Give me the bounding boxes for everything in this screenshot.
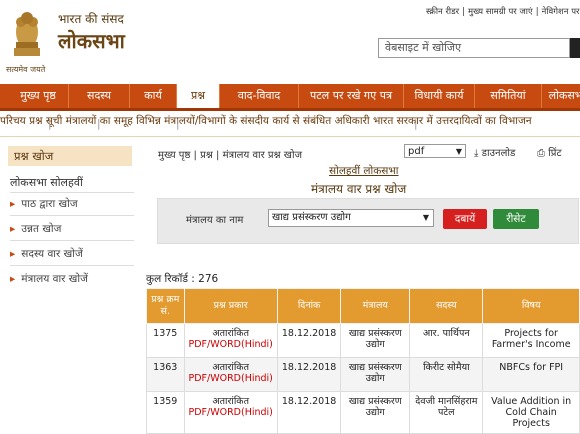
question-type: अतारांकित (212, 328, 250, 339)
screen-reader-link[interactable]: स्क्रीन रीडर (426, 7, 459, 17)
page-title: मंत्रालय वार प्रश्न खोज (311, 182, 407, 196)
question-ministry: खाद्य प्रसंस्करण उद्योग (340, 323, 411, 358)
sidebar-item-ministry-search[interactable]: ▸ मंत्रालय वार खोजें (10, 272, 134, 286)
ministry-select-value: खाद्य प्रसंस्करण उद्योग (272, 212, 351, 223)
brand-subtitle: भारत की संसद (58, 12, 124, 26)
question-type-cell: अतारांकित PDF/WORD(Hindi) (183, 323, 278, 358)
column-header[interactable]: प्रश्न क्रम सं. (146, 288, 185, 324)
search-button[interactable] (570, 38, 580, 58)
site-header: सत्यमेव जयते भारत की संसद लोकसभा स्क्रीन… (0, 0, 580, 84)
divider (10, 192, 134, 193)
ministry-label: मंत्रालय का नाम (186, 215, 244, 226)
ministry-select[interactable]: खाद्य प्रसंस्करण उद्योग ▼ (268, 209, 434, 227)
nav-loksabha[interactable]: लोकसभा (542, 84, 580, 108)
nav-committees[interactable]: समितियां (475, 84, 542, 108)
total-records: कुल रिकॉर्ड : 276 (146, 273, 219, 285)
download-label: डाउनलोड (481, 148, 516, 159)
sidebar-item-text-search[interactable]: ▸ पाठ द्वारा खोज (10, 197, 134, 211)
page-subheading: सोलहवीं लोकसभा (329, 165, 399, 177)
caret-right-icon: ▸ (10, 198, 16, 210)
nav-debates[interactable]: वाद-विवाद (220, 84, 299, 108)
question-number: 1363 (146, 357, 185, 392)
print-link[interactable]: ⎙ प्रिंट (537, 145, 562, 159)
table-row: 1375 अतारांकित PDF/WORD(Hindi) 18.12.2018… (146, 323, 580, 358)
pdf-word-link[interactable]: PDF/WORD(Hindi) (189, 339, 273, 350)
skip-to-nav-link[interactable]: नेविगेशन पर जाएं (542, 7, 580, 17)
breadcrumb[interactable]: मुख्य पृष्ठ | प्रश्न | मंत्रालय वार प्रश… (158, 147, 302, 161)
nav-questions[interactable]: प्रश्न (177, 84, 220, 108)
national-emblem-icon (14, 12, 40, 56)
caret-right-icon: ▸ (10, 223, 16, 235)
sidebar-item-label: उन्नत खोज (21, 223, 62, 235)
subnav-question-list[interactable]: प्रश्न सूची (29, 115, 62, 127)
divider (10, 240, 134, 241)
nav-home[interactable]: मुख्य पृष्ठ (8, 84, 69, 108)
column-header[interactable]: दिनांक (276, 288, 342, 324)
question-date: 18.12.2018 (276, 323, 342, 358)
nav-business[interactable]: कार्य (130, 84, 177, 108)
sidebar-item-label: मंत्रालय वार खोजें (21, 273, 88, 285)
question-type: अतारांकित (212, 362, 250, 373)
table-header-row: प्रश्न क्रम सं. प्रश्न प्रकार दिनांक मंत… (146, 288, 580, 324)
sidebar-item-label: सदस्य वार खोजें (21, 248, 83, 260)
reset-button[interactable]: रीसेट (493, 209, 539, 229)
question-type-cell: अतारांकित PDF/WORD(Hindi) (183, 391, 278, 434)
format-value: pdf (408, 146, 425, 157)
question-subject[interactable]: Projects for Farmer's Income (482, 323, 580, 358)
top-utility-links: स्क्रीन रीडर | मुख्य सामग्री पर जाएं | नेविग… (426, 6, 580, 17)
skip-to-content-link[interactable]: मुख्य सामग्री पर जाएं (468, 7, 533, 17)
format-select[interactable]: pdf ▼ (404, 144, 466, 158)
column-header[interactable]: प्रश्न प्रकार (183, 288, 278, 324)
search-submit-button[interactable]: दबायें (443, 209, 487, 229)
question-subject[interactable]: NBFCs for FPI (482, 357, 580, 392)
site-search-input[interactable]: वेबसाइट में खोजिए (378, 38, 570, 58)
column-header[interactable]: सदस्य (409, 288, 484, 324)
question-date: 18.12.2018 (276, 391, 342, 434)
question-date: 18.12.2018 (276, 357, 342, 392)
question-member: देवजी मानसिंहराम पटेल (409, 391, 484, 434)
caret-right-icon: ▸ (10, 248, 16, 260)
subnav-responsibilities[interactable]: भारत सरकार में उत्तरदायित्वों का विभाजन (373, 115, 532, 127)
nav-legislation[interactable]: विधायी कार्य (404, 84, 475, 108)
column-header[interactable]: मंत्रालय (340, 288, 411, 324)
chevron-down-icon: ▼ (422, 213, 429, 222)
caret-right-icon: ▸ (10, 273, 16, 285)
emblem-caption: सत्यमेव जयते (6, 65, 46, 74)
column-header[interactable]: विषय (482, 288, 580, 324)
question-type: अतारांकित (212, 396, 250, 407)
sidebar-item-advanced-search[interactable]: ▸ उन्नत खोज (10, 222, 134, 236)
sidebar-item-label: पाठ द्वारा खोज (21, 198, 78, 210)
question-number: 1375 (146, 323, 185, 358)
chevron-down-icon: ▼ (455, 147, 462, 156)
subnav-ministry-officers[interactable]: विभिन्न मंत्रालयों/विभागों के संसदीय कार… (136, 115, 369, 127)
table-row: 1363 अतारांकित PDF/WORD(Hindi) 18.12.2018… (146, 357, 580, 392)
nav-members[interactable]: सदस्य (69, 84, 130, 108)
divider (10, 215, 134, 216)
questions-table: प्रश्न क्रम सं. प्रश्न प्रकार दिनांक मंत… (146, 288, 580, 434)
site-brand[interactable]: भारत की संसद लोकसभा (58, 10, 125, 54)
subnav-introduction[interactable]: परिचय (0, 115, 26, 127)
download-link[interactable]: ⤓ डाउनलोड (474, 145, 515, 159)
sub-nav: परिचय | प्रश्न सूची | मंत्रालयों का समूह… (0, 114, 580, 137)
question-ministry: खाद्य प्रसंस्करण उद्योग (340, 357, 411, 392)
nav-papers-laid[interactable]: पटल पर रखे गए पत्र (299, 84, 404, 108)
pdf-word-link[interactable]: PDF/WORD(Hindi) (189, 373, 273, 384)
table-row: 1359 अतारांकित PDF/WORD(Hindi) 18.12.2018… (146, 391, 580, 434)
question-member: किरीट सोमैया (409, 357, 484, 392)
printer-icon: ⎙ (537, 148, 545, 159)
sidebar-item-member-search[interactable]: ▸ सदस्य वार खोजें (10, 247, 134, 261)
brand-title: लोकसभा (58, 29, 125, 53)
print-label: प्रिंट (548, 148, 562, 159)
pdf-word-link[interactable]: PDF/WORD(Hindi) (189, 407, 273, 418)
question-subject[interactable]: Value Addition in Cold Chain Projects (482, 391, 580, 434)
question-ministry: खाद्य प्रसंस्करण उद्योग (340, 391, 411, 434)
sidebar-header: प्रश्न खोज (8, 146, 132, 166)
question-member: आर. पार्थिपन (409, 323, 484, 358)
sidebar-title: लोकसभा सोलहवीं (10, 176, 83, 189)
download-icon: ⤓ (474, 148, 479, 159)
main-nav: मुख्य पृष्ठ सदस्य कार्य प्रश्न वाद-विवाद… (0, 84, 580, 111)
divider (10, 265, 134, 266)
question-type-cell: अतारांकित PDF/WORD(Hindi) (183, 357, 278, 392)
question-number: 1359 (146, 391, 185, 434)
